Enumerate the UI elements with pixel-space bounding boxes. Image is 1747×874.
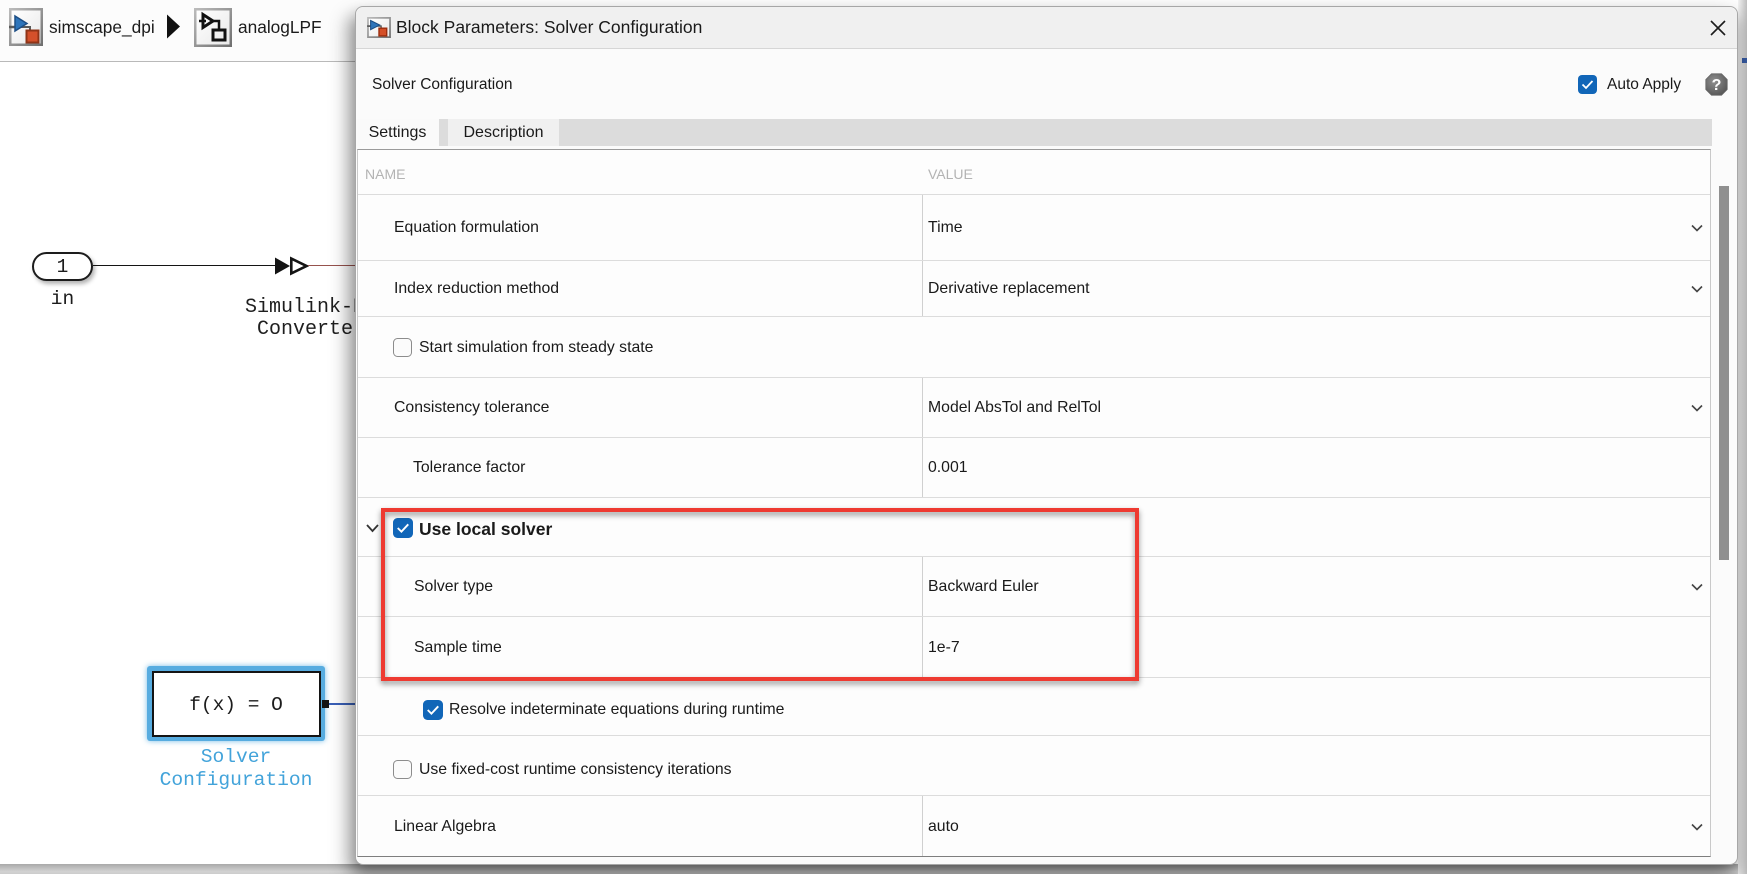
svg-text:?: ? [1712, 77, 1722, 94]
